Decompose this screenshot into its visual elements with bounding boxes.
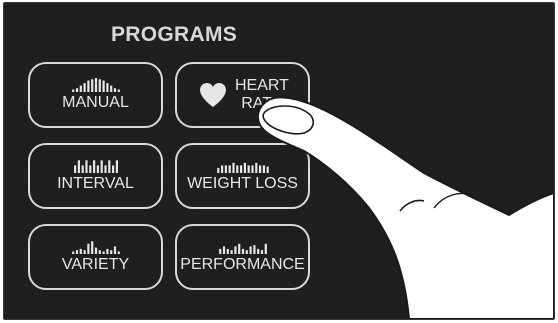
profile-bar [109, 85, 112, 92]
variety-program-label: VARIETY [61, 256, 130, 273]
profile-bar [237, 243, 240, 254]
profile-bar [113, 246, 116, 254]
profile-bar [250, 165, 254, 173]
profile-bar [115, 160, 118, 173]
profile-bar [260, 250, 263, 254]
weight-loss-profile-bars-icon [216, 162, 269, 173]
profile-bar [258, 165, 261, 173]
profile-bar [256, 248, 259, 254]
profile-bar [245, 250, 248, 254]
variety-profile-bars-icon [71, 241, 120, 254]
profile-bar [102, 251, 105, 254]
profile-bar [117, 89, 120, 92]
profile-bar [105, 83, 108, 92]
profile-bar [81, 165, 84, 173]
programs-panel: PROGRAMS MANUAL HEART RATE INTERVAL WEIG… [3, 2, 555, 320]
interval-program-button[interactable]: INTERVAL [28, 143, 163, 209]
manual-program-button[interactable]: MANUAL [28, 62, 163, 128]
weight-loss-program-button[interactable]: WEIGHT LOSS [175, 143, 310, 209]
profile-bar [218, 248, 221, 254]
profile-bar [252, 245, 255, 254]
profile-bar [235, 165, 238, 173]
profile-bar [105, 248, 108, 254]
heart-rate-label-line2: RATE [241, 95, 283, 112]
profile-bar [226, 248, 229, 254]
profile-bar [90, 79, 93, 92]
profile-bar [94, 78, 97, 92]
profile-bar [113, 88, 116, 92]
profile-bar [103, 165, 107, 173]
profile-bar [83, 83, 86, 92]
profile-bar [107, 160, 110, 173]
profile-bar [86, 243, 89, 254]
profile-bar [79, 248, 82, 254]
weight-loss-program-label: WEIGHT LOSS [187, 175, 298, 192]
profile-bar [249, 246, 252, 254]
performance-program-button[interactable]: PERFORMANCE [175, 224, 310, 290]
profile-bar [247, 165, 250, 173]
interval-program-label: INTERVAL [57, 175, 134, 192]
profile-bar [86, 80, 89, 92]
heart-rate-label-line1: HEART [235, 77, 289, 94]
profile-bar [230, 250, 233, 254]
profile-bar [222, 246, 225, 254]
profile-bar [117, 251, 120, 254]
profile-bar [264, 243, 267, 254]
profile-bar [243, 162, 246, 173]
profile-bar [98, 250, 101, 254]
profile-bar [262, 165, 265, 173]
profile-bar [90, 241, 93, 254]
profile-bar [71, 251, 74, 254]
profile-bar [83, 250, 86, 254]
profile-bar [77, 160, 80, 173]
profile-bar [102, 80, 105, 92]
profile-bar [98, 79, 101, 92]
profile-bar [233, 246, 236, 254]
profile-bar [216, 167, 219, 173]
profile-bar [73, 165, 76, 173]
performance-program-label: PERFORMANCE [180, 256, 305, 273]
profile-bar [88, 165, 91, 173]
interval-profile-bars-icon [73, 160, 118, 173]
profile-bar [75, 88, 78, 92]
profile-bar [79, 85, 82, 92]
profile-bar [100, 160, 103, 173]
profile-bar [94, 247, 97, 254]
performance-profile-bars-icon [218, 243, 267, 254]
profile-bar [254, 162, 257, 173]
heart-rate-program-button[interactable]: HEART RATE [175, 62, 310, 128]
profile-bar [109, 250, 112, 254]
profile-bar [241, 248, 244, 254]
profile-bar [75, 250, 78, 254]
profile-bar [220, 165, 223, 173]
profile-bar [228, 165, 231, 173]
profile-bar [71, 89, 74, 92]
profile-bar [239, 165, 242, 173]
panel-title: PROGRAMS [111, 23, 238, 46]
profile-bar [111, 165, 114, 173]
heart-icon [200, 83, 226, 107]
profile-bar [224, 165, 227, 173]
profile-bar [266, 166, 269, 173]
profile-bar [231, 162, 235, 173]
profile-bar [96, 165, 99, 173]
manual-program-label: MANUAL [62, 94, 129, 111]
manual-profile-bars-icon [71, 78, 120, 92]
variety-program-button[interactable]: VARIETY [28, 224, 163, 290]
profile-bar [84, 160, 88, 173]
profile-bar [92, 160, 95, 173]
